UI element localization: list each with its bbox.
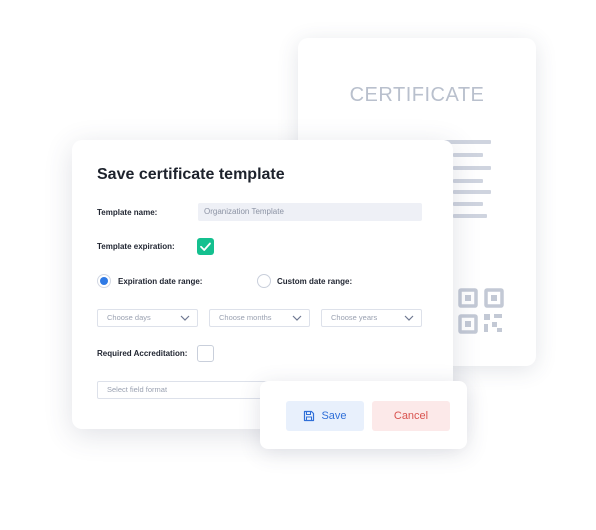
months-select-value: Choose months <box>219 313 272 322</box>
chevron-down-icon <box>404 315 414 321</box>
days-select[interactable]: Choose days <box>97 309 198 327</box>
chevron-down-icon <box>180 315 190 321</box>
actions-panel: Save Cancel <box>260 381 467 449</box>
required-accreditation-label: Required Accreditation: <box>97 349 188 358</box>
check-icon <box>200 242 211 251</box>
certificate-text-line <box>453 153 483 157</box>
floppy-disk-icon <box>304 410 315 422</box>
days-select-value: Choose days <box>107 313 151 322</box>
certificate-text-line <box>453 179 483 183</box>
certificate-text-line <box>453 166 491 170</box>
template-expiration-label: Template expiration: <box>97 242 175 251</box>
years-select[interactable]: Choose years <box>321 309 422 327</box>
field-format-placeholder: Select field format <box>107 385 168 394</box>
years-select-value: Choose years <box>331 313 378 322</box>
dialog-title: Save certificate template <box>97 166 285 183</box>
certificate-text-line <box>453 190 491 194</box>
template-name-input[interactable]: Organization Template <box>198 203 422 221</box>
cancel-button[interactable]: Cancel <box>372 401 450 431</box>
required-accreditation-checkbox[interactable] <box>197 345 214 362</box>
cancel-button-label: Cancel <box>393 410 429 422</box>
expiration-range-label: Expiration date range: <box>118 277 203 286</box>
template-name-label: Template name: <box>97 208 158 217</box>
qr-code-icon <box>458 288 504 334</box>
certificate-text-line <box>453 214 487 218</box>
save-button-label: Save <box>321 410 347 422</box>
save-button[interactable]: Save <box>286 401 364 431</box>
certificate-title: CERTIFICATE <box>349 84 485 106</box>
months-select[interactable]: Choose months <box>209 309 310 327</box>
chevron-down-icon <box>292 315 302 321</box>
custom-range-radio[interactable] <box>257 274 271 288</box>
certificate-text-line <box>453 202 483 206</box>
expiration-range-radio[interactable] <box>97 274 111 288</box>
template-expiration-checkbox[interactable] <box>197 238 214 255</box>
custom-range-label: Custom date range: <box>277 277 353 286</box>
